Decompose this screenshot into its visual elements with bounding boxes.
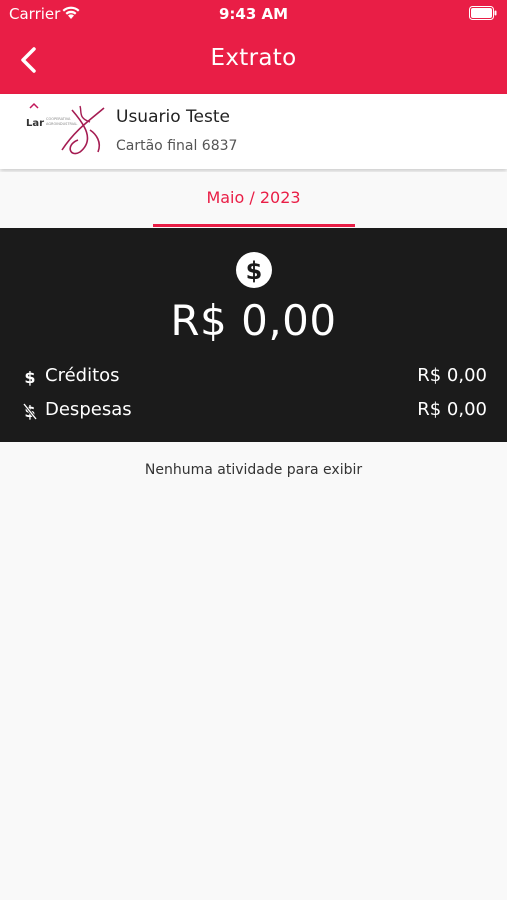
user-name: Usuario Teste [116, 107, 230, 127]
svg-text:COOPERATIVA: COOPERATIVA [46, 117, 71, 121]
dollar-icon: $ [236, 252, 272, 288]
battery-icon [469, 6, 497, 20]
card-logo: Lar COOPERATIVA AGROINDUSTRIAL [20, 100, 106, 156]
clock: 9:43 AM [218, 5, 289, 23]
empty-state-message: Nenhuma atividade para exibir [144, 462, 363, 478]
lar-logo-icon: Lar COOPERATIVA AGROINDUSTRIAL [20, 100, 106, 156]
expenses-value: R$ 0,00 [417, 399, 487, 420]
card-number: Cartão final 6837 [116, 138, 238, 154]
credits-value: R$ 0,00 [417, 365, 487, 386]
header-bar: Carrier 9:43 AM Extrato [0, 0, 507, 94]
svg-text:Lar: Lar [26, 118, 44, 129]
card-info: Lar COOPERATIVA AGROINDUSTRIAL Usuario T… [0, 94, 507, 169]
tab-month[interactable]: Maio / 2023 [0, 172, 507, 228]
total-balance: R$ 0,00 [170, 296, 337, 345]
credits-label: Créditos [45, 365, 120, 386]
expenses-row: $ Despesas R$ 0,00 [0, 399, 507, 423]
credits-row: $ Créditos R$ 0,00 [0, 365, 507, 389]
dollar-icon: $ [24, 368, 35, 386]
no-dollar-icon: $ [22, 402, 38, 420]
svg-text:$: $ [246, 257, 263, 285]
expenses-label: Despesas [45, 399, 132, 420]
page-title: Extrato [210, 45, 297, 71]
balance-summary: $ R$ 0,00 $ Créditos R$ 0,00 $ Despesas … [0, 228, 507, 442]
svg-text:$: $ [24, 368, 35, 386]
svg-text:AGROINDUSTRIAL: AGROINDUSTRIAL [46, 122, 77, 126]
month-label: Maio / 2023 [206, 188, 301, 207]
tab-underline [153, 224, 355, 227]
status-bar: Carrier 9:43 AM [0, 0, 507, 28]
